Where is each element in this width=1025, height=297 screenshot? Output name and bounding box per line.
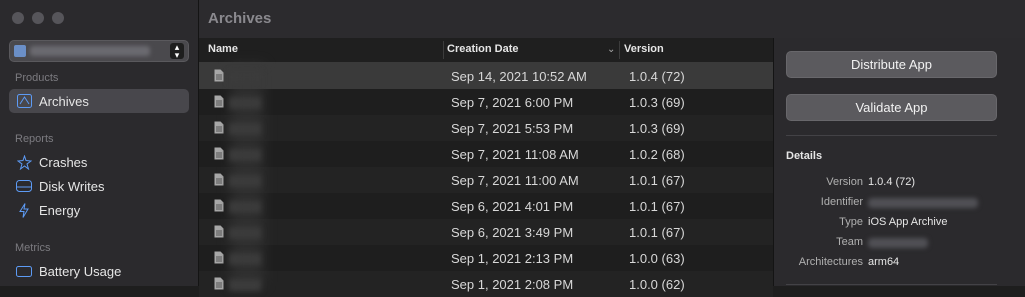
sidebar-item-crashes[interactable]: Crashes [9, 150, 189, 174]
chevron-down-icon: ⌄ [607, 44, 616, 55]
section-header-metrics: Metrics [15, 242, 51, 254]
app-selector-popup[interactable]: ▴ ▾ [9, 40, 189, 62]
validate-app-button[interactable]: Validate App [786, 94, 997, 121]
document-icon [214, 199, 224, 212]
distribute-app-button[interactable]: Distribute App [786, 51, 997, 78]
sidebar: ▴ ▾ Products Archives Reports Crashes Dis… [0, 0, 199, 286]
disk-icon [15, 178, 33, 194]
redacted-team [868, 238, 928, 248]
page-title: Archives [208, 10, 272, 27]
creation-date-cell: Sep 7, 2021 6:00 PM [451, 95, 574, 110]
minimize-window-button[interactable] [32, 12, 44, 24]
detail-label-version: Version [826, 176, 863, 188]
divider [786, 135, 997, 136]
version-cell: 1.0.3 (69) [629, 121, 685, 136]
document-icon [214, 69, 224, 82]
version-cell: 1.0.0 (62) [629, 277, 685, 292]
archive-icon [15, 93, 33, 109]
sidebar-item-battery-usage[interactable]: Battery Usage [9, 259, 189, 283]
creation-date-cell: Sep 6, 2021 3:49 PM [451, 225, 574, 240]
window-controls [12, 12, 64, 24]
creation-date-cell: Sep 7, 2021 11:08 AM [451, 147, 579, 162]
version-cell: 1.0.1 (67) [629, 225, 685, 240]
column-header-name[interactable]: Name [208, 43, 238, 55]
version-cell: 1.0.4 (72) [629, 69, 685, 84]
table-row[interactable]: Sep 7, 2021 5:53 PM 1.0.3 (69) [199, 115, 773, 141]
creation-date-cell: Sep 6, 2021 4:01 PM [451, 199, 574, 214]
document-icon [214, 147, 224, 160]
document-icon [214, 277, 224, 290]
table-body: Sep 14, 2021 10:52 AM 1.0.4 (72) Sep 7, 20… [199, 63, 773, 297]
toolbar: Archives [199, 0, 1025, 39]
table-row[interactable]: Sep 7, 2021 11:00 AM 1.0.1 (67) [199, 167, 773, 193]
creation-date-cell: Sep 1, 2021 2:08 PM [451, 277, 574, 292]
redacted-app-name [30, 46, 150, 56]
column-header-version[interactable]: Version [624, 43, 664, 55]
table-row[interactable]: Sep 7, 2021 6:00 PM 1.0.3 (69) [199, 89, 773, 115]
creation-date-cell: Sep 7, 2021 11:00 AM [451, 173, 579, 188]
version-cell: 1.0.2 (68) [629, 147, 685, 162]
divider [786, 284, 997, 285]
detail-label-team: Team [836, 236, 863, 248]
sidebar-item-label: Energy [39, 202, 81, 218]
chevron-updown-icon: ▴ ▾ [170, 43, 184, 60]
sidebar-item-energy[interactable]: Energy [9, 198, 189, 222]
version-cell: 1.0.3 (69) [629, 95, 685, 110]
version-cell: 1.0.1 (67) [629, 173, 685, 188]
creation-date-cell: Sep 7, 2021 5:53 PM [451, 121, 574, 136]
section-header-products: Products [15, 72, 59, 84]
sidebar-item-archives[interactable]: Archives [9, 89, 189, 113]
detail-value-version: 1.0.4 (72) [868, 176, 916, 188]
document-icon [214, 95, 224, 108]
document-icon [214, 225, 224, 238]
version-cell: 1.0.0 (63) [629, 251, 685, 266]
sidebar-item-label: Crashes [39, 154, 88, 170]
sidebar-item-label: Disk Writes [39, 178, 105, 194]
archives-table: Name Creation Date ⌄ Version Sep 14, 202… [199, 38, 773, 297]
document-icon [214, 173, 224, 186]
version-cell: 1.0.1 (67) [629, 199, 685, 214]
creation-date-cell: Sep 1, 2021 2:13 PM [451, 251, 574, 266]
zoom-window-button[interactable] [52, 12, 64, 24]
sidebar-item-label: Battery Usage [39, 263, 122, 279]
table-row[interactable]: Sep 6, 2021 4:01 PM 1.0.1 (67) [199, 193, 773, 219]
lightning-icon [15, 202, 33, 218]
table-row[interactable]: Sep 1, 2021 2:08 PM 1.0.0 (62) [199, 271, 773, 297]
close-window-button[interactable] [12, 12, 24, 24]
detail-value-architectures: arm64 [868, 256, 900, 268]
table-row[interactable]: Sep 7, 2021 11:08 AM 1.0.2 (68) [199, 141, 773, 167]
table-row[interactable]: Sep 14, 2021 10:52 AM 1.0.4 (72) [199, 63, 773, 89]
app-icon [14, 45, 26, 57]
detail-label-architectures: Architectures [798, 256, 863, 268]
section-header-reports: Reports [15, 133, 54, 145]
column-divider[interactable] [443, 41, 444, 59]
creation-date-cell: Sep 14, 2021 10:52 AM [451, 69, 587, 84]
column-divider[interactable] [619, 41, 620, 59]
table-row[interactable]: Sep 1, 2021 2:13 PM 1.0.0 (63) [199, 245, 773, 271]
battery-icon [15, 263, 33, 279]
sidebar-item-disk-writes[interactable]: Disk Writes [9, 174, 189, 198]
redacted-identifier [868, 198, 978, 208]
document-icon [214, 251, 224, 264]
redacted-names [230, 64, 264, 286]
archive-details-panel: Distribute App Validate App Details Vers… [773, 38, 1025, 286]
column-header-creation-date[interactable]: Creation Date [447, 43, 519, 55]
sidebar-item-label: Archives [39, 93, 89, 109]
document-icon [214, 121, 224, 134]
table-header: Name Creation Date ⌄ Version [199, 38, 773, 63]
detail-label-identifier: Identifier [820, 196, 863, 208]
detail-value-type: iOS App Archive [868, 216, 948, 228]
table-row[interactable]: Sep 6, 2021 3:49 PM 1.0.1 (67) [199, 219, 773, 245]
details-heading: Details [786, 150, 823, 162]
detail-label-type: Type [839, 216, 863, 228]
crash-burst-icon [15, 154, 33, 170]
